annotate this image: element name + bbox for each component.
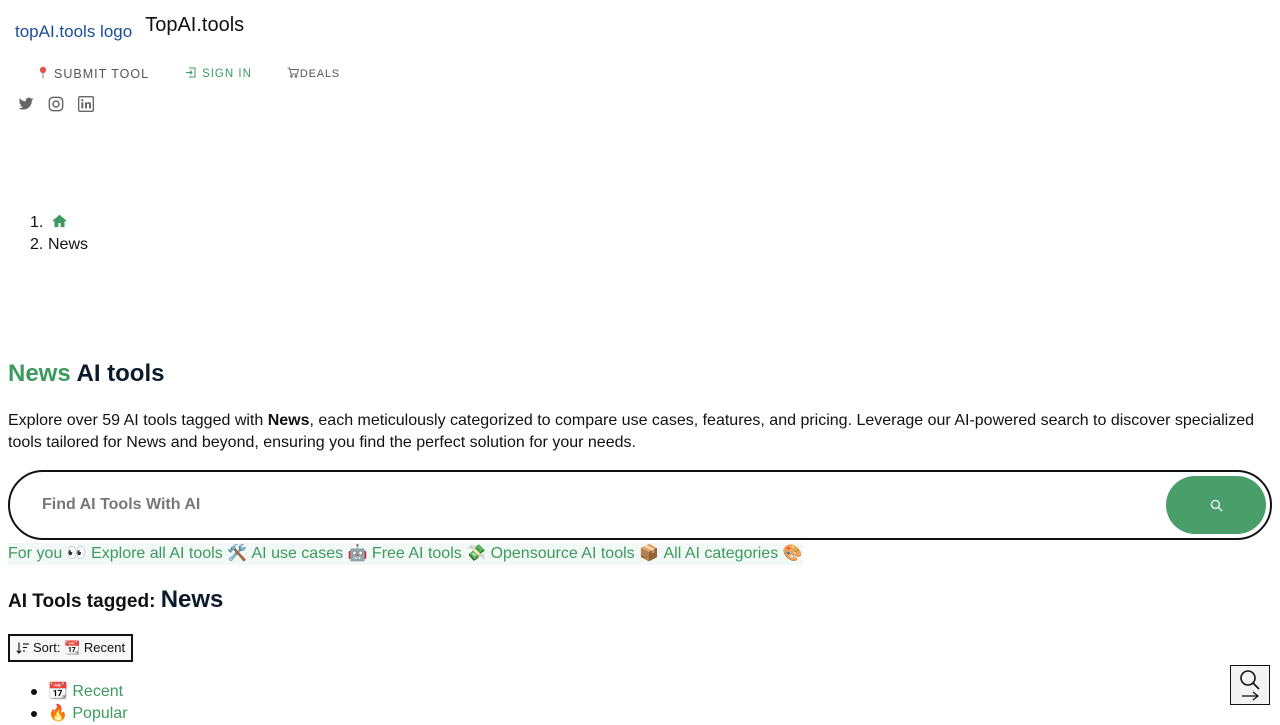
page-description: Explore over 59 AI tools tagged with New… bbox=[8, 410, 1258, 454]
cart-icon bbox=[287, 67, 300, 81]
quicklink-use-cases[interactable]: AI use cases 🤖 bbox=[251, 543, 372, 565]
broken-image-icon bbox=[8, 25, 14, 39]
submit-tool-label: SUBMIT TOOL bbox=[54, 67, 150, 81]
arrow-right-icon bbox=[1242, 691, 1259, 701]
sign-in-icon bbox=[185, 67, 196, 81]
social-links bbox=[18, 96, 94, 112]
top-nav: SUBMIT TOOL SIGN IN DEALS bbox=[38, 66, 340, 82]
page-title-tag: News bbox=[8, 360, 71, 387]
sort-options: 📆 Recent 🔥 Popular bbox=[31, 681, 128, 725]
linkedin-icon[interactable] bbox=[78, 96, 94, 112]
home-icon[interactable] bbox=[52, 213, 67, 235]
tools-tagged-heading: AI Tools tagged: News bbox=[8, 586, 223, 614]
site-logo[interactable]: topAI.tools logo bbox=[8, 21, 132, 43]
floating-search-button[interactable] bbox=[1230, 665, 1270, 705]
sort-icon bbox=[16, 642, 30, 654]
quicklink-for-you[interactable]: For you 👀 bbox=[8, 543, 92, 565]
quicklink-opensource[interactable]: Opensource AI tools 📦 bbox=[490, 543, 664, 565]
quicklink-explore-all[interactable]: Explore all AI tools 🛠️ bbox=[91, 543, 252, 565]
instagram-icon[interactable] bbox=[48, 96, 64, 112]
breadcrumb-current: News bbox=[48, 236, 89, 253]
description-text: Explore over 59 AI tools tagged with bbox=[8, 412, 268, 429]
breadcrumb-item-home: 1. bbox=[30, 212, 88, 234]
pin-icon bbox=[38, 66, 48, 82]
sort-button[interactable]: Sort: 📆 Recent bbox=[8, 634, 134, 662]
description-tag: News bbox=[267, 412, 310, 429]
search-icon bbox=[1240, 670, 1260, 690]
breadcrumb-item-news: 2. News bbox=[30, 234, 88, 256]
sign-in-label: SIGN IN bbox=[202, 68, 252, 80]
search-box bbox=[8, 470, 1272, 540]
site-name-link[interactable]: TopAI.tools bbox=[145, 14, 244, 37]
sign-in-link[interactable]: SIGN IN bbox=[185, 67, 252, 81]
tools-tagged-prefix: AI Tools tagged: bbox=[8, 591, 161, 612]
search-icon bbox=[1210, 499, 1223, 512]
submit-tool-link[interactable]: SUBMIT TOOL bbox=[38, 66, 149, 82]
page-title-rest: AI tools bbox=[70, 360, 165, 387]
quicklink-categories[interactable]: All AI categories 🎨 bbox=[663, 543, 803, 565]
page-title: News AI tools bbox=[8, 360, 164, 388]
tools-tagged-tag: News bbox=[160, 586, 224, 613]
sort-option-popular[interactable]: 🔥 Popular bbox=[48, 705, 128, 722]
logo-alt-text: topAI.tools logo bbox=[15, 22, 133, 41]
twitter-icon[interactable] bbox=[18, 96, 34, 112]
sort-option-recent[interactable]: 📆 Recent bbox=[48, 683, 123, 700]
breadcrumb-number: 2. bbox=[30, 236, 44, 253]
breadcrumb-number: 1. bbox=[30, 214, 44, 231]
deals-link[interactable]: DEALS bbox=[287, 67, 340, 81]
header-logo-row: topAI.tools logo TopAI.tools bbox=[8, 14, 244, 43]
deals-label: DEALS bbox=[299, 68, 340, 80]
quicklink-free-tools[interactable]: Free AI tools 💸 bbox=[371, 543, 491, 565]
breadcrumb: 1. 2. News bbox=[30, 212, 88, 256]
sort-option: 📆 Recent bbox=[31, 681, 128, 703]
quick-links: For you 👀 Explore all AI tools 🛠️ AI use… bbox=[8, 543, 803, 565]
sort-option: 🔥 Popular bbox=[31, 703, 128, 725]
search-button[interactable] bbox=[1166, 476, 1266, 534]
search-input[interactable] bbox=[40, 472, 1140, 538]
sort-label: Sort: 📆 Recent bbox=[33, 640, 126, 655]
